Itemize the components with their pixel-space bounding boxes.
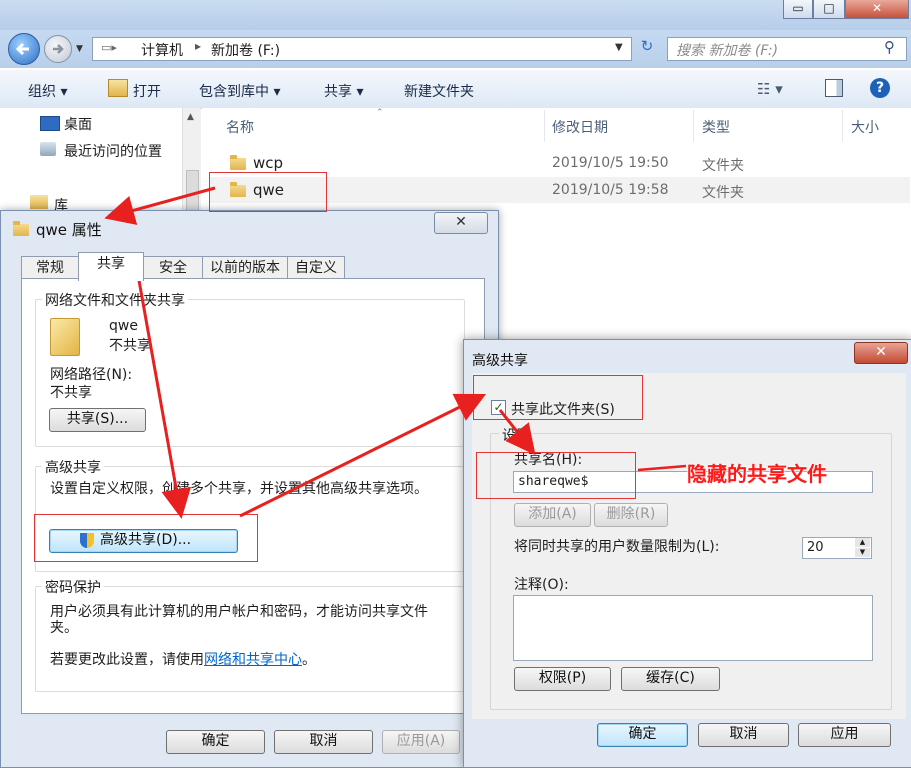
tab-sharing[interactable]: 共享 (78, 252, 144, 281)
annotation-arrows (104, 186, 687, 519)
arrow-to-properties (104, 186, 216, 225)
annotation-leader-line (637, 464, 687, 472)
arrow-to-share-checkbox (239, 393, 487, 518)
arrow-to-share-name (498, 409, 536, 456)
arrow-to-advanced-button (133, 257, 192, 519)
